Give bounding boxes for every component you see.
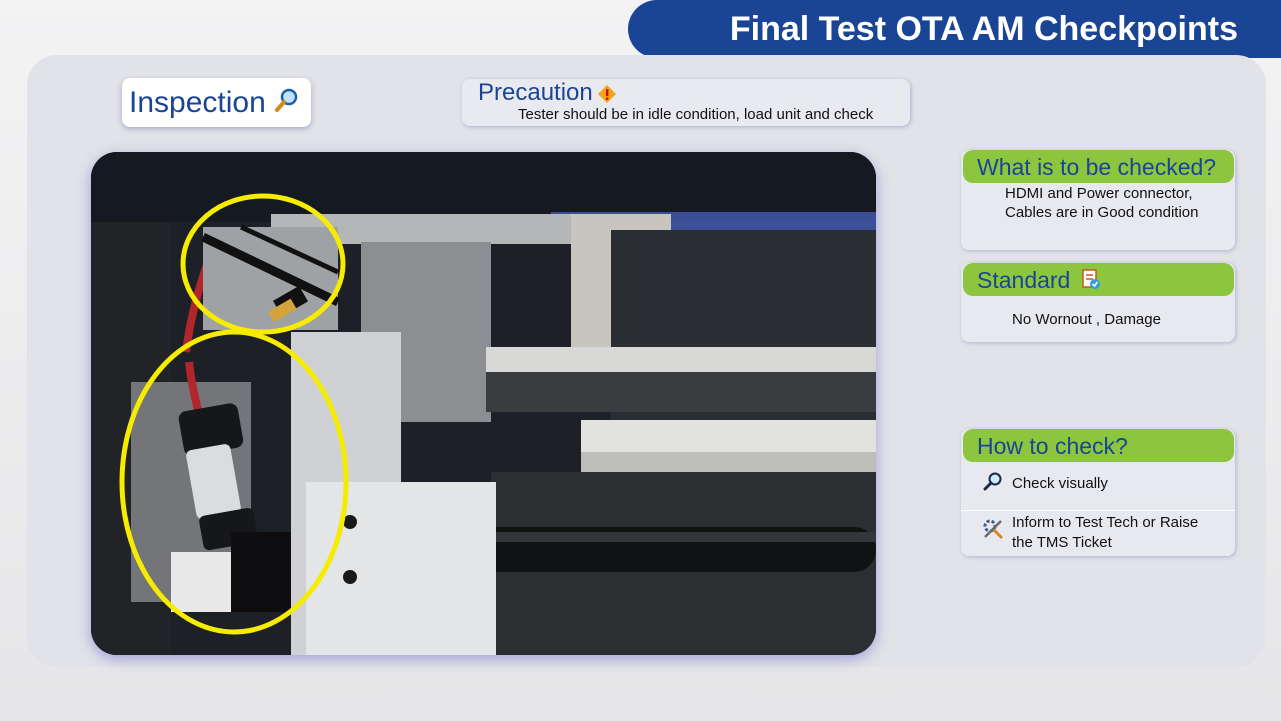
standard-card: Standard No Wornout , Damage (961, 263, 1235, 342)
magnifier-icon (274, 87, 300, 118)
step2-line1: Inform to Test Tech or Raise (1012, 514, 1199, 531)
precaution-text: Tester should be in idle condition, load… (518, 106, 874, 123)
inspection-label-box: Inspection (122, 78, 311, 127)
what-to-check-line2: Cables are in Good condition (1005, 204, 1199, 221)
what-to-check-card: What is to be checked? HDMI and Power co… (961, 150, 1235, 250)
tools-icon (981, 517, 1005, 546)
standard-text: No Wornout , Damage (1012, 311, 1161, 328)
precaution-box: Precaution Tester should be in idle cond… (462, 79, 910, 126)
checklist-icon (1081, 265, 1101, 299)
precaution-title: Precaution (478, 79, 593, 106)
step1-text: Check visually (1012, 475, 1108, 492)
inspection-label: Inspection (129, 85, 266, 119)
step2-line2: the TMS Ticket (1012, 534, 1112, 551)
what-to-check-title: What is to be checked? (963, 150, 1234, 183)
title-banner: Final Test OTA AM Checkpoints (628, 0, 1281, 58)
page-title: Final Test OTA AM Checkpoints (729, 9, 1238, 48)
how-to-check-card: How to check? Check visually Inform to T… (961, 429, 1235, 556)
magnifier-icon (983, 471, 1003, 496)
what-to-check-line1: HDMI and Power connector, (1005, 185, 1193, 202)
how-to-check-title: How to check? (963, 429, 1234, 462)
step-divider (961, 510, 1235, 511)
standard-header: Standard (963, 263, 1234, 296)
standard-title: Standard (977, 267, 1071, 293)
equipment-photo (91, 152, 876, 655)
